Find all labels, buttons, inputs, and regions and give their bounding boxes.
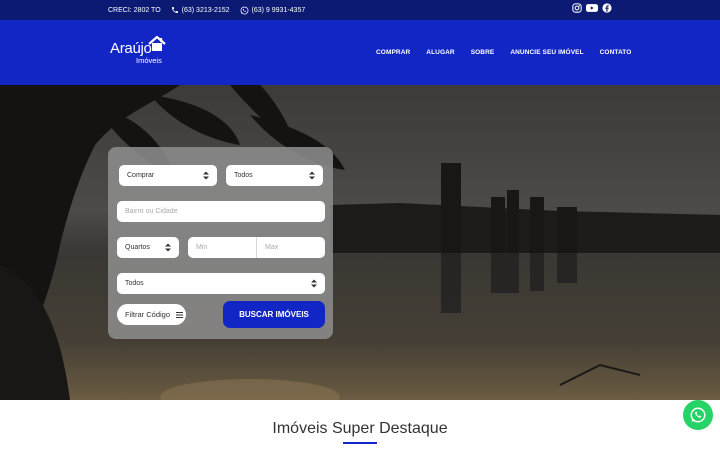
nav-alugar[interactable]: ALUGAR: [426, 49, 454, 56]
category-select-value: Todos: [125, 280, 144, 287]
site-logo[interactable]: Araújo Imóveis: [110, 36, 172, 68]
max-price-placeholder: Max: [265, 244, 279, 251]
whatsapp-link[interactable]: (63) 9 9931-4357: [240, 6, 306, 15]
property-type-select-value: Todos: [234, 172, 253, 179]
filter-code-button[interactable]: Filtrar Código: [117, 304, 186, 325]
rooms-select[interactable]: Quartos: [117, 237, 179, 258]
menu-icon: [176, 311, 184, 318]
top-bar: CRECI: 2802 TO (63) 3213-2152 (63) 9 993…: [0, 0, 720, 20]
section-title: Imóveis Super Destaque: [272, 420, 448, 437]
nav-contato[interactable]: CONTATO: [600, 49, 632, 56]
logo-subtitle: Imóveis: [136, 56, 162, 65]
property-type-select[interactable]: Todos: [226, 165, 323, 186]
filter-code-label: Filtrar Código: [125, 310, 171, 319]
transaction-select-value: Comprar: [127, 172, 155, 179]
nav-sobre[interactable]: SOBRE: [471, 49, 495, 56]
whatsapp-icon: [690, 407, 706, 423]
search-submit-label: BUSCAR IMÓVEIS: [239, 310, 309, 319]
main-nav: COMPRAR ALUGAR SOBRE ANUNCIE SEU IMÓVEL …: [376, 20, 631, 85]
select-caret-icon: [309, 171, 315, 180]
max-price-input[interactable]: Max: [256, 237, 325, 258]
phone-icon: [171, 7, 178, 13]
rooms-select-value: Quartos: [125, 244, 150, 251]
search-submit-button[interactable]: BUSCAR IMÓVEIS: [223, 301, 325, 328]
whatsapp-text: (63) 9 9931-4357: [251, 6, 306, 14]
whatsapp-floating-button[interactable]: [683, 400, 713, 430]
instagram-icon[interactable]: [572, 3, 582, 13]
select-caret-icon: [165, 243, 171, 252]
creci-text: CRECI: 2802 TO: [108, 6, 161, 14]
category-select[interactable]: Todos: [117, 273, 325, 294]
facebook-icon[interactable]: [602, 3, 612, 13]
nav-anuncie[interactable]: ANUNCIE SEU IMÓVEL: [510, 49, 583, 56]
main-header: Araújo Imóveis COMPRAR ALUGAR SOBRE ANUN…: [0, 20, 720, 85]
contact-info: CRECI: 2802 TO (63) 3213-2152 (63) 9 993…: [108, 0, 305, 20]
transaction-select[interactable]: Comprar: [119, 165, 217, 186]
min-price-input[interactable]: Min: [188, 237, 256, 258]
phone-link[interactable]: (63) 3213-2152: [171, 6, 230, 14]
whatsapp-icon: [240, 6, 248, 14]
youtube-icon[interactable]: [586, 3, 598, 13]
house-icon: [148, 36, 166, 51]
min-price-placeholder: Min: [196, 244, 208, 251]
select-caret-icon: [311, 279, 317, 288]
social-links: [572, 3, 612, 13]
logo-brand: Araújo: [110, 40, 152, 57]
section-title-underline: [343, 442, 377, 444]
select-caret-icon: [203, 171, 209, 180]
location-input-placeholder: Bairro ou Cidade: [125, 208, 178, 215]
nav-comprar[interactable]: COMPRAR: [376, 49, 410, 56]
location-input[interactable]: Bairro ou Cidade: [117, 201, 325, 222]
phone-text: (63) 3213-2152: [181, 6, 230, 14]
